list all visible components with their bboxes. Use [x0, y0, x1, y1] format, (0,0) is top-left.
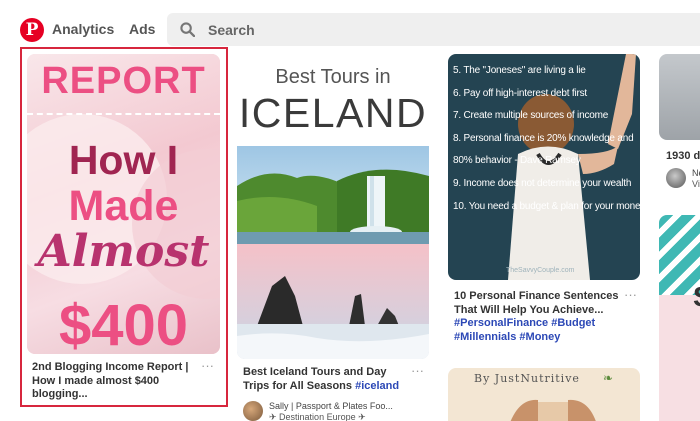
- partial-pin-image[interactable]: [659, 54, 700, 140]
- nav-analytics-link[interactable]: Analytics: [52, 21, 114, 37]
- hashtag-link[interactable]: #PersonalFinance #Budget #Millennials #M…: [454, 317, 595, 343]
- hashtag-link[interactable]: #iceland: [355, 380, 399, 392]
- nav-ads-link[interactable]: Ads: [129, 21, 155, 37]
- finance-pin-image[interactable]: 5. The "Joneses" are living a lie 6. Pay…: [448, 54, 640, 280]
- search-input[interactable]: [208, 13, 688, 46]
- iceland-pin-title[interactable]: Best Iceland Tours and Day Trips for All…: [243, 366, 413, 393]
- more-options-icon[interactable]: ···: [624, 287, 637, 302]
- board-name[interactable]: Vi: [692, 179, 700, 189]
- report-pin-title[interactable]: 2nd Blogging Income Report | How I made …: [32, 361, 192, 402]
- report-pin-image[interactable]: REPORT How I Made Almost $400: [27, 54, 220, 354]
- pin-title-text: 10 Personal Finance Sentences That Will …: [454, 290, 619, 316]
- pin-image-text: $400: [58, 293, 189, 354]
- pinner-name[interactable]: Ne: [692, 168, 700, 178]
- partial-pin-image[interactable]: S: [659, 215, 700, 421]
- pin-image-text: By JustNutritive: [474, 372, 580, 385]
- partial-pin-title[interactable]: 1930 d: [666, 150, 700, 162]
- finance-pin-title[interactable]: 10 Personal Finance Sentences That Will …: [454, 290, 626, 344]
- pin-image-text: ICELAND: [238, 90, 428, 136]
- avatar[interactable]: [666, 168, 686, 188]
- pin-image-text: Almost: [37, 226, 210, 277]
- iceland-pin-image[interactable]: Best Tours in ICELAND: [237, 54, 429, 359]
- more-options-icon[interactable]: ···: [201, 358, 214, 373]
- pin-image-text: S: [693, 281, 700, 313]
- more-options-icon[interactable]: ···: [411, 363, 424, 378]
- avatar[interactable]: [243, 401, 263, 421]
- image-credit: TheSavvyCouple.com: [506, 267, 575, 274]
- pinterest-logo-icon[interactable]: P: [20, 18, 44, 42]
- leaf-icon: ❧: [603, 371, 614, 385]
- finance-image-text: 5. The "Joneses" are living a lie 6. Pay…: [453, 65, 640, 212]
- pin-image-text: REPORT: [41, 60, 206, 102]
- pinner-name[interactable]: Sally | Passport & Plates Foo...: [269, 401, 393, 411]
- pin-image-text: Made: [68, 182, 179, 230]
- divider: [27, 113, 220, 115]
- board-name[interactable]: ✈ Destination Europe ✈: [269, 412, 366, 421]
- search-icon: [180, 22, 195, 37]
- nutrition-pin-image[interactable]: By JustNutritive ❧: [448, 368, 640, 421]
- pin-image-text: Best Tours in: [275, 66, 391, 88]
- pin-image-text: How I: [68, 137, 179, 183]
- nutrition-photo: [510, 399, 596, 421]
- search-bar[interactable]: [167, 13, 700, 46]
- iceland-photo: [237, 146, 429, 359]
